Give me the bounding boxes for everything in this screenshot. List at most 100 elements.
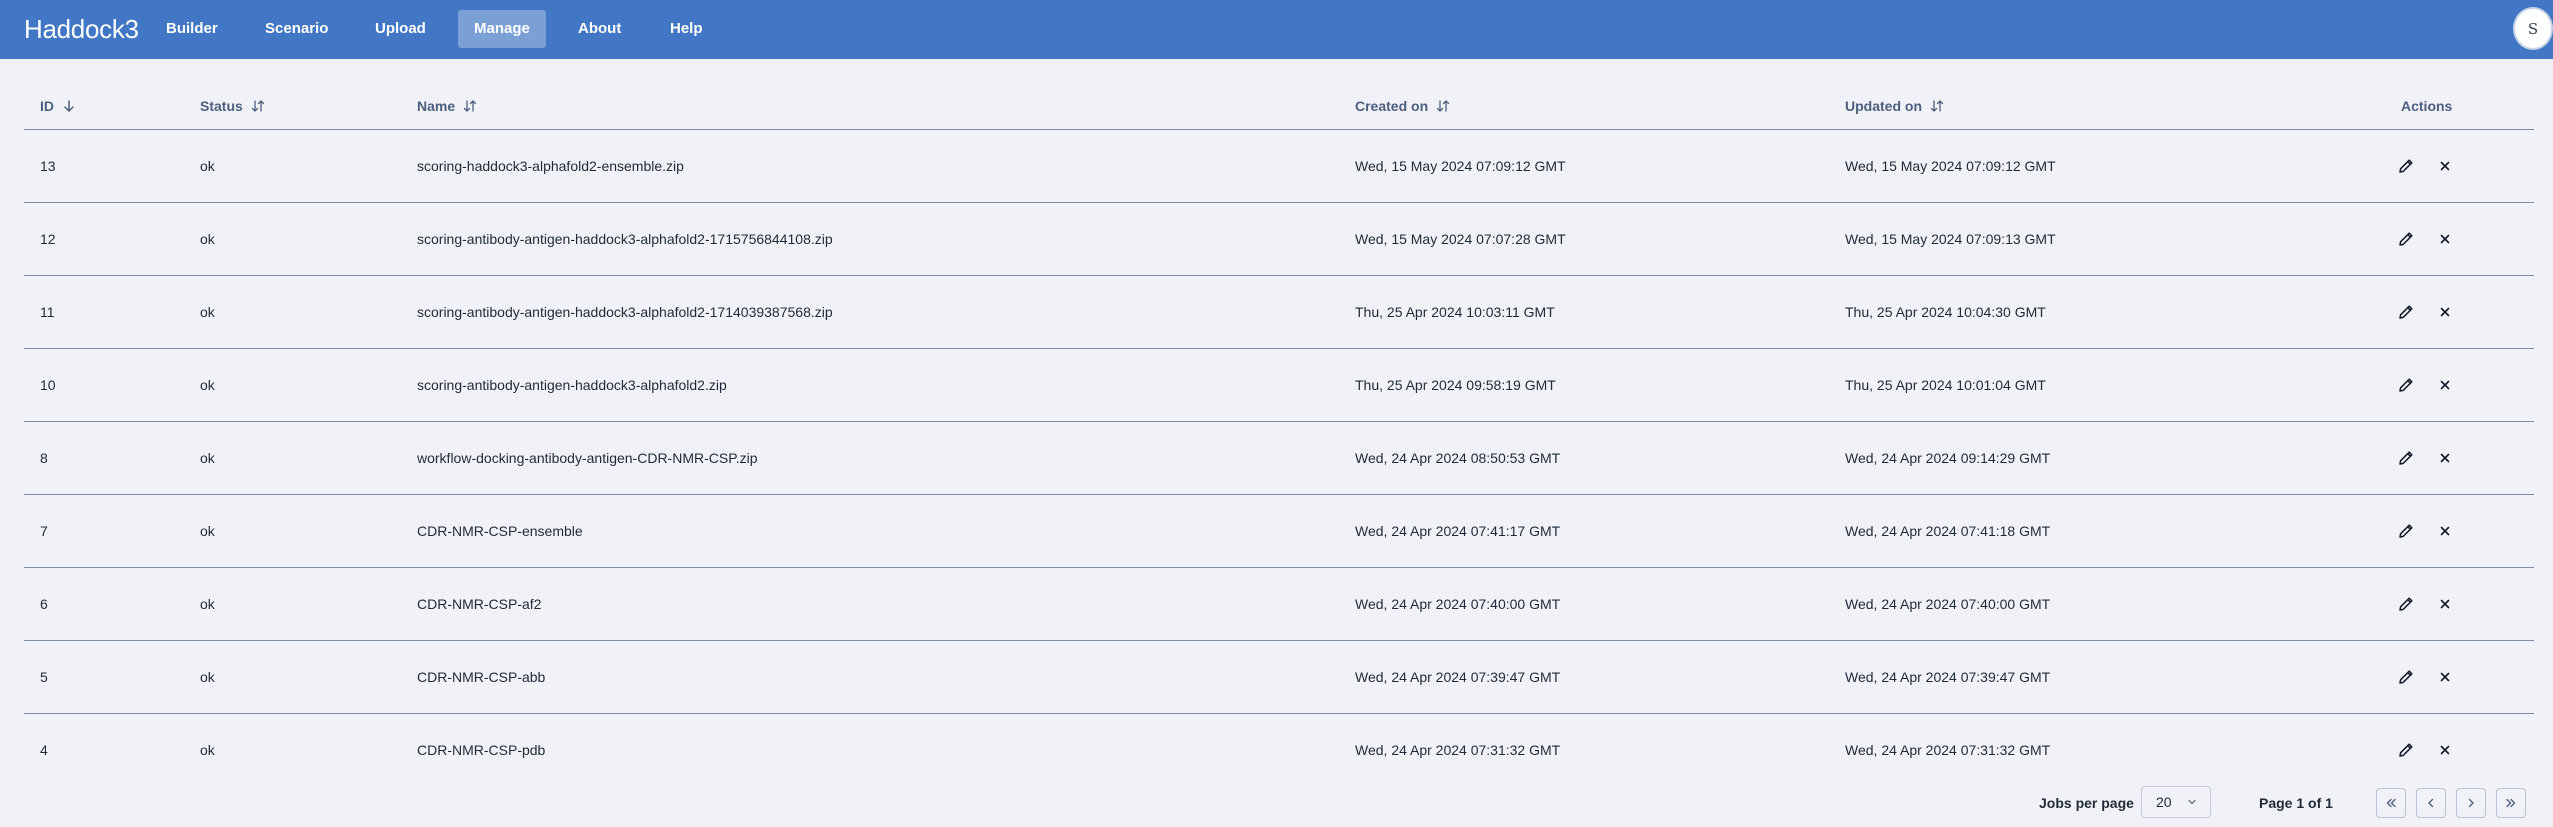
edit-button[interactable] — [2396, 667, 2416, 687]
table-row: 7 ok CDR-NMR-CSP-ensemble Wed, 24 Apr 20… — [24, 495, 2534, 568]
cell-id: 12 — [40, 231, 56, 247]
close-icon — [2440, 599, 2450, 609]
cell-created: Wed, 24 Apr 2024 07:40:00 GMT — [1355, 596, 1561, 612]
next-page-button[interactable] — [2456, 788, 2486, 818]
table-row: 4 ok CDR-NMR-CSP-pdb Wed, 24 Apr 2024 07… — [24, 714, 2534, 787]
cell-id: 8 — [40, 450, 48, 466]
table-body: 13 ok scoring-haddock3-alphafold2-ensemb… — [24, 130, 2534, 787]
cell-updated: Wed, 24 Apr 2024 07:39:47 GMT — [1845, 669, 2051, 685]
cell-name: scoring-antibody-antigen-haddock3-alphaf… — [417, 304, 833, 320]
delete-button[interactable] — [2435, 375, 2455, 395]
user-avatar[interactable]: S — [2513, 7, 2553, 50]
sort-arrows-icon — [463, 100, 477, 112]
nav-manage[interactable]: Manage — [458, 10, 546, 48]
cell-name: workflow-docking-antibody-antigen-CDR-NM… — [417, 450, 758, 466]
cell-status: ok — [200, 450, 215, 466]
edit-button[interactable] — [2396, 302, 2416, 322]
cell-updated: Wed, 24 Apr 2024 07:41:18 GMT — [1845, 523, 2051, 539]
cell-id: 7 — [40, 523, 48, 539]
cell-status: ok — [200, 231, 215, 247]
header-id-label: ID — [40, 98, 54, 114]
sort-arrows-icon — [1436, 100, 1450, 112]
cell-created: Wed, 24 Apr 2024 07:39:47 GMT — [1355, 669, 1561, 685]
table-row: 5 ok CDR-NMR-CSP-abb Wed, 24 Apr 2024 07… — [24, 641, 2534, 714]
close-icon — [2440, 307, 2450, 317]
edit-button[interactable] — [2396, 594, 2416, 614]
header-id[interactable]: ID — [40, 98, 76, 114]
table-row: 12 ok scoring-antibody-antigen-haddock3-… — [24, 203, 2534, 276]
cell-status: ok — [200, 742, 215, 758]
cell-id: 11 — [40, 304, 55, 320]
jobs-per-page-select[interactable]: 20 — [2141, 786, 2211, 818]
brand-logo[interactable]: Haddock3 — [24, 14, 139, 45]
close-icon — [2440, 234, 2450, 244]
delete-button[interactable] — [2435, 594, 2455, 614]
pencil-icon — [2399, 743, 2413, 757]
header-status-label: Status — [200, 98, 243, 114]
cell-status: ok — [200, 158, 215, 174]
nav-upload[interactable]: Upload — [367, 10, 434, 48]
header-created[interactable]: Created on — [1355, 98, 1450, 114]
cell-status: ok — [200, 377, 215, 393]
arrow-down-icon — [64, 100, 74, 112]
header-status[interactable]: Status — [200, 98, 265, 114]
chevron-left-icon — [2428, 798, 2434, 808]
header-name[interactable]: Name — [417, 98, 477, 114]
cell-updated: Wed, 24 Apr 2024 09:14:29 GMT — [1845, 450, 2051, 466]
cell-created: Wed, 15 May 2024 07:09:12 GMT — [1355, 158, 1566, 174]
jobs-table: ID Status Name Created on Updated on Act… — [24, 87, 2534, 787]
delete-button[interactable] — [2435, 156, 2455, 176]
cell-updated: Wed, 24 Apr 2024 07:31:32 GMT — [1845, 742, 2051, 758]
pencil-icon — [2399, 378, 2413, 392]
edit-button[interactable] — [2396, 156, 2416, 176]
chevron-right-icon — [2468, 798, 2474, 808]
close-icon — [2440, 745, 2450, 755]
table-row: 11 ok scoring-antibody-antigen-haddock3-… — [24, 276, 2534, 349]
header-updated-label: Updated on — [1845, 98, 1922, 114]
cell-status: ok — [200, 523, 215, 539]
cell-name: CDR-NMR-CSP-af2 — [417, 596, 542, 612]
edit-button[interactable] — [2396, 375, 2416, 395]
cell-created: Thu, 25 Apr 2024 10:03:11 GMT — [1355, 304, 1555, 320]
delete-button[interactable] — [2435, 229, 2455, 249]
header-created-label: Created on — [1355, 98, 1429, 114]
cell-status: ok — [200, 669, 215, 685]
cell-name: scoring-antibody-antigen-haddock3-alphaf… — [417, 231, 833, 247]
pencil-icon — [2399, 597, 2413, 611]
delete-button[interactable] — [2435, 302, 2455, 322]
sort-arrows-icon — [1930, 100, 1944, 112]
nav-help[interactable]: Help — [662, 10, 711, 48]
sort-arrows-icon — [251, 100, 264, 112]
previous-page-button[interactable] — [2416, 788, 2446, 818]
cell-id: 13 — [40, 158, 56, 174]
nav-about[interactable]: About — [570, 10, 629, 48]
nav-builder[interactable]: Builder — [158, 10, 226, 48]
double-chevron-right-icon — [2506, 798, 2516, 808]
delete-button[interactable] — [2435, 740, 2455, 760]
first-page-button[interactable] — [2376, 788, 2406, 818]
close-icon — [2440, 380, 2450, 390]
cell-status: ok — [200, 304, 215, 320]
edit-button[interactable] — [2396, 521, 2416, 541]
cell-updated: Wed, 15 May 2024 07:09:12 GMT — [1845, 158, 2056, 174]
last-page-button[interactable] — [2496, 788, 2526, 818]
delete-button[interactable] — [2435, 448, 2455, 468]
chevron-down-icon — [2188, 799, 2196, 805]
nav-scenario[interactable]: Scenario — [257, 10, 336, 48]
delete-button[interactable] — [2435, 521, 2455, 541]
pencil-icon — [2399, 232, 2413, 246]
delete-button[interactable] — [2435, 667, 2455, 687]
cell-name: CDR-NMR-CSP-abb — [417, 669, 546, 685]
edit-button[interactable] — [2396, 740, 2416, 760]
close-icon — [2440, 161, 2450, 171]
cell-id: 6 — [40, 596, 48, 612]
edit-button[interactable] — [2396, 448, 2416, 468]
edit-button[interactable] — [2396, 229, 2416, 249]
table-row: 6 ok CDR-NMR-CSP-af2 Wed, 24 Apr 2024 07… — [24, 568, 2534, 641]
pencil-icon — [2399, 524, 2413, 538]
header-updated[interactable]: Updated on — [1845, 98, 1944, 114]
cell-name: CDR-NMR-CSP-pdb — [417, 742, 546, 758]
close-icon — [2440, 453, 2450, 463]
table-header-row: ID Status Name Created on Updated on Act… — [24, 87, 2534, 130]
cell-created: Wed, 15 May 2024 07:07:28 GMT — [1355, 231, 1566, 247]
